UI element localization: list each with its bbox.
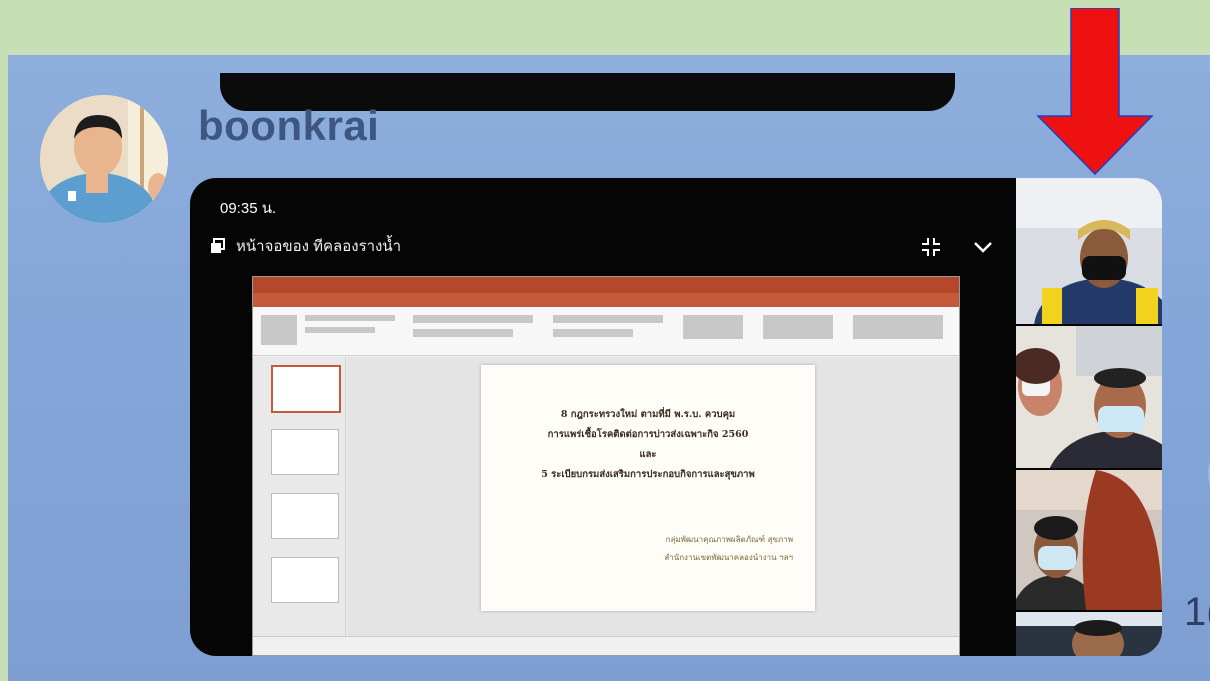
slide-line-3: และ xyxy=(639,449,657,460)
status-time: 09:35 น. xyxy=(220,200,277,217)
slide-line-2: การแพร่เชื้อโรคติดต่อการบ่าวส่งเฉพาะกิจ … xyxy=(547,429,749,440)
avatar[interactable] xyxy=(40,95,168,223)
participant-video-1[interactable] xyxy=(1016,178,1162,324)
participant-video-4[interactable] xyxy=(1016,612,1162,656)
slide-canvas: 8 กฎกระทรวงใหม่ ตามที่มี พ.ร.บ. ควบคุม ก… xyxy=(347,357,959,637)
ppt-ribbon-tabs xyxy=(253,293,959,307)
share-label: หน้าจอของ ทีคลองรางน้ำ xyxy=(236,238,402,255)
red-arrow-annotation xyxy=(1036,8,1154,176)
chevron-down-icon[interactable] xyxy=(972,236,994,258)
fullscreen-icon[interactable] xyxy=(920,236,942,258)
presentation-window: 8 กฎกระทรวงใหม่ ตามที่มี พ.ร.บ. ควบคุม ก… xyxy=(252,276,960,656)
slide-credit-1: กลุ่มพัฒนาคุณภาพผลิตภัณฑ์ สุขภาพ xyxy=(665,535,793,544)
ppt-ribbon xyxy=(253,307,959,356)
slide-line-4: 5 ระเบียบกรมส่งเสริมการประกอบกิจการและสุ… xyxy=(541,469,755,480)
slide-thumbnail[interactable] xyxy=(271,365,341,413)
current-slide: 8 กฎกระทรวงใหม่ ตามที่มี พ.ร.บ. ควบคุม ก… xyxy=(481,365,815,611)
slide-thumbnail[interactable] xyxy=(271,557,339,603)
ppt-titlebar xyxy=(253,277,959,293)
slide-thumbnail[interactable] xyxy=(271,493,339,539)
sender-name[interactable]: boonkrai xyxy=(198,102,379,150)
slide-line-1: 8 กฎกระทรวงใหม่ ตามที่มี พ.ร.บ. ควบคุม xyxy=(560,409,736,420)
share-screen-icon xyxy=(210,238,226,254)
screen-share-banner: หน้าจอของ ทีคลองรางน้ำ xyxy=(210,234,401,258)
participant-video-2[interactable] xyxy=(1016,326,1162,468)
slide-thumbnail[interactable] xyxy=(271,429,339,475)
participant-video-3[interactable] xyxy=(1016,470,1162,610)
shared-screen-image[interactable]: 09:35 น. หน้าจอของ ทีคลองรางน้ำ 8 กฎกระท… xyxy=(190,178,1162,656)
slide-thumbnails xyxy=(253,357,346,637)
slide-credit-2: สำนักงานเขตพัฒนาคลองนำงาน ฯลฯ xyxy=(664,553,793,562)
avatar-photo xyxy=(40,95,168,223)
partial-timestamp: 1( xyxy=(1184,590,1210,634)
ppt-status-bar xyxy=(253,636,959,655)
